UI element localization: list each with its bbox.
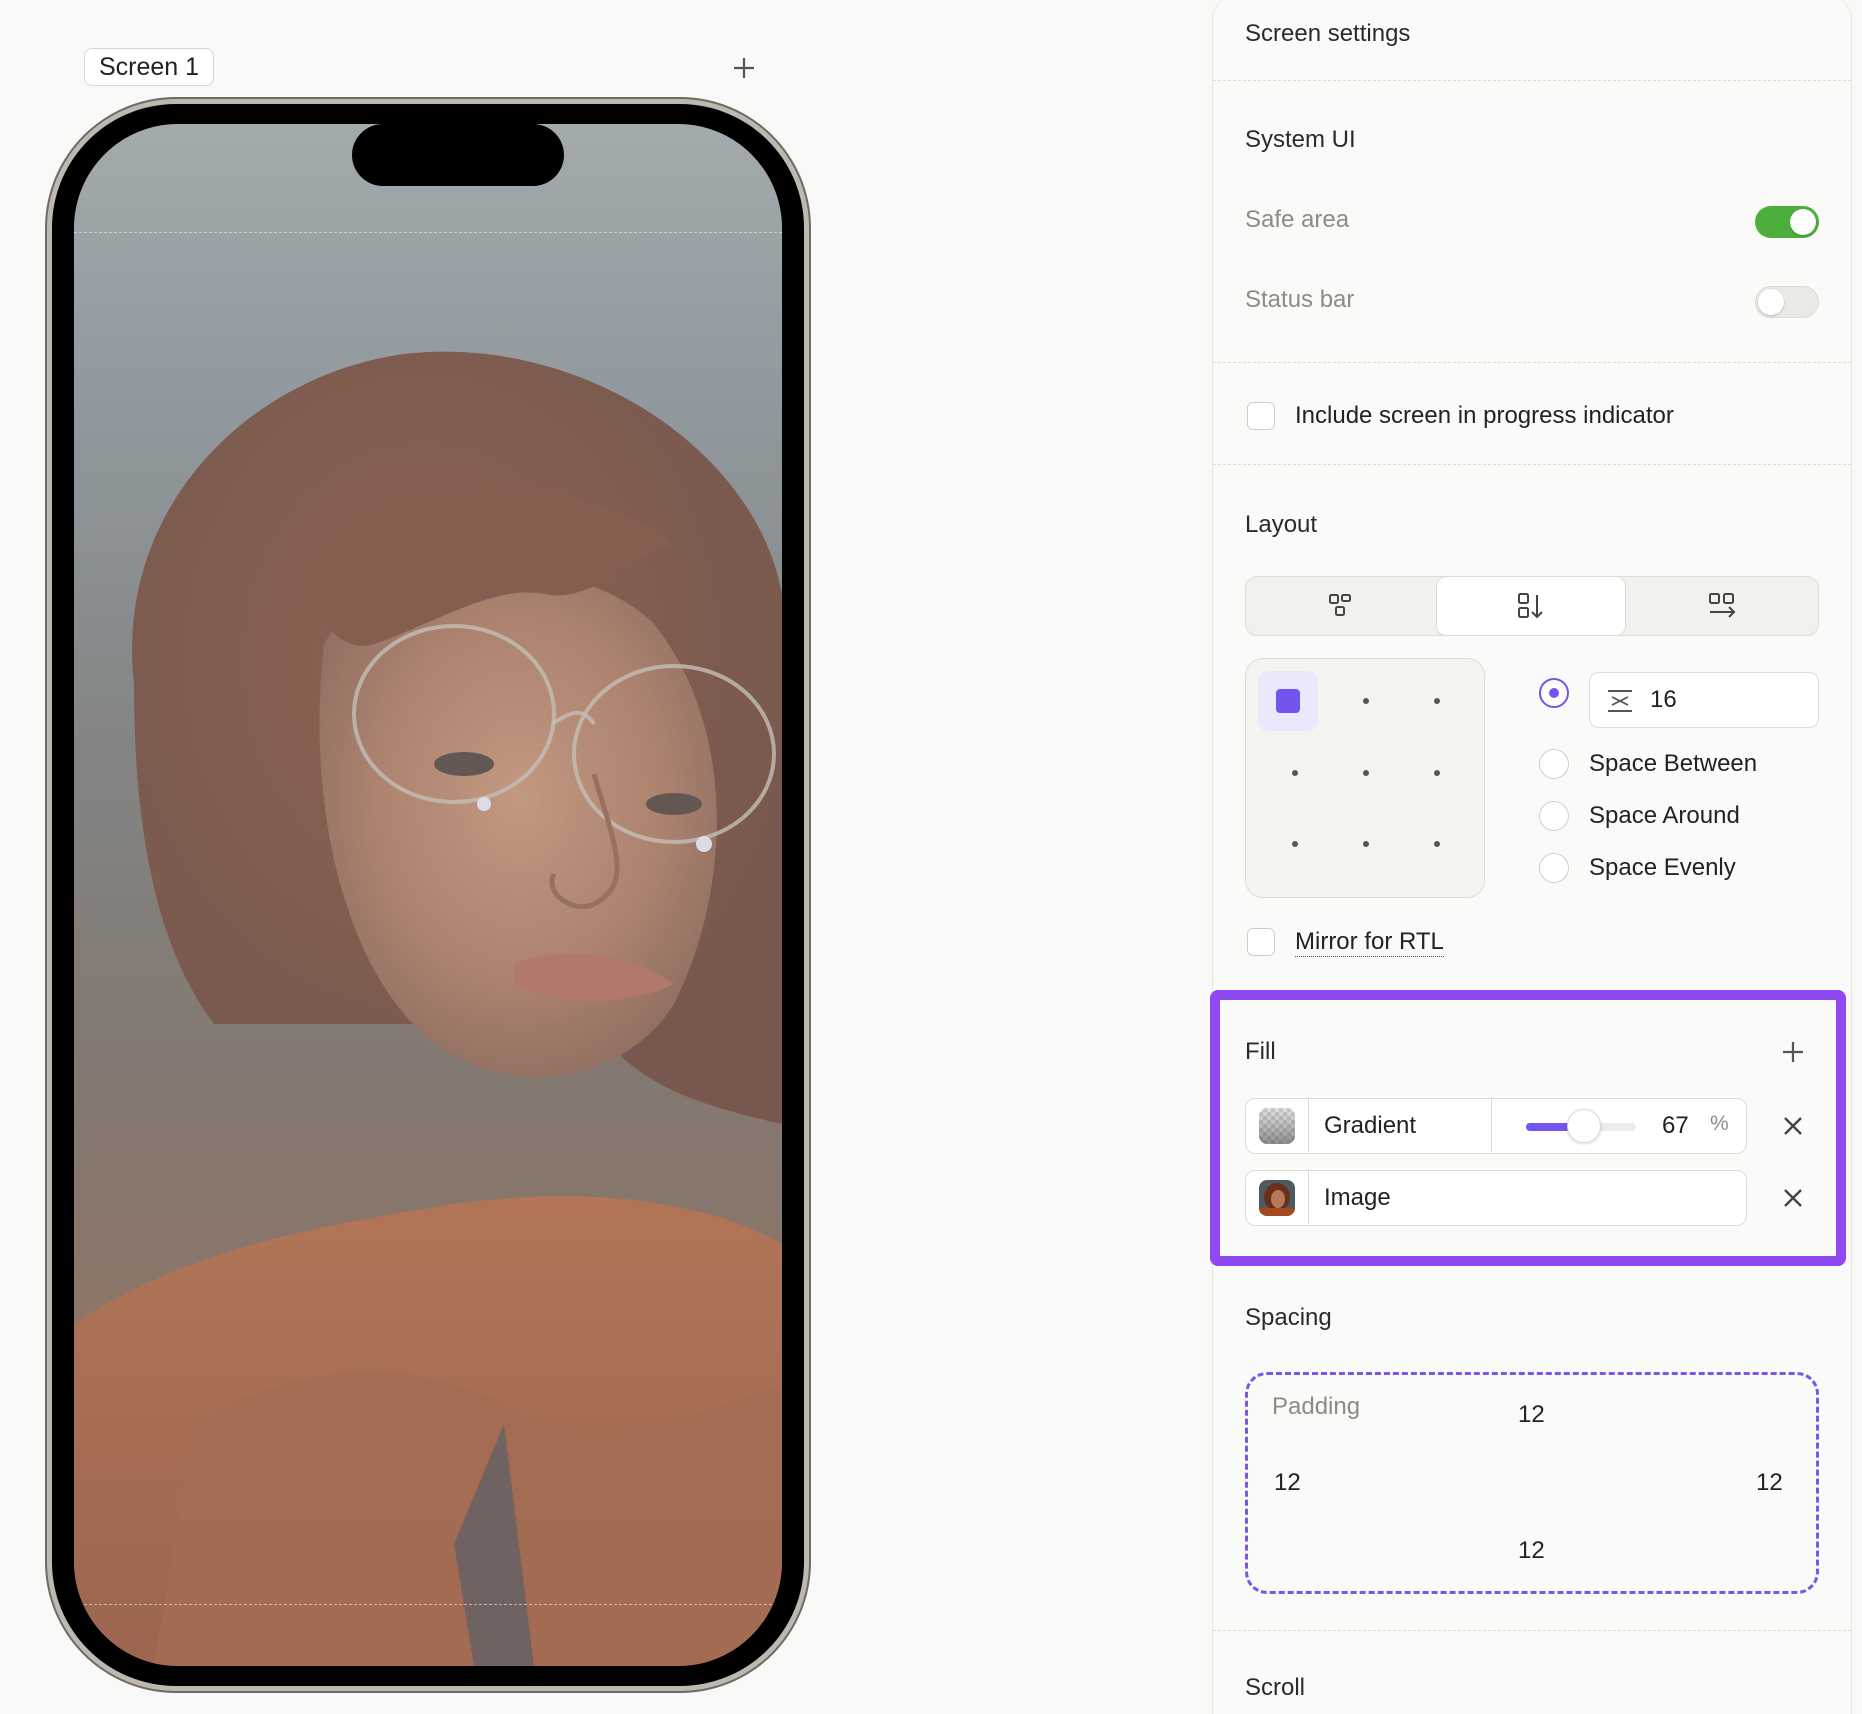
padding-editor: Padding 12 12 12 12 [1245, 1372, 1819, 1594]
screen-tab-label: Screen 1 [99, 53, 200, 81]
divider [1491, 1099, 1492, 1152]
progress-indicator-checkbox[interactable] [1247, 402, 1275, 430]
status-bar-label: Status bar [1245, 286, 1355, 313]
divider [1213, 464, 1851, 465]
space-around-label: Space Around [1589, 802, 1740, 829]
align-bottom-right[interactable] [1407, 814, 1467, 874]
plus-icon [1783, 1042, 1803, 1062]
padding-label: Padding [1272, 1393, 1361, 1420]
layout-horizontal-button[interactable] [1627, 577, 1817, 634]
fill-heading: Fill [1245, 1038, 1276, 1065]
space-around-radio[interactable] [1539, 801, 1569, 831]
mirror-rtl-checkbox[interactable] [1247, 928, 1275, 956]
gradient-swatch-cell[interactable] [1246, 1099, 1309, 1152]
fill-item-image[interactable]: Image [1245, 1170, 1747, 1226]
settings-panel: Screen settings System UI Safe area Stat… [1212, 0, 1852, 1714]
status-bar-toggle[interactable] [1755, 286, 1819, 318]
scroll-heading: Scroll [1245, 1674, 1306, 1701]
fill-item-label: Gradient [1324, 1112, 1417, 1139]
toggle-knob [1790, 209, 1816, 235]
image-swatch-cell[interactable] [1246, 1171, 1309, 1224]
phone-frame [52, 104, 804, 1686]
plus-icon [734, 58, 754, 78]
layout-horizontal-icon [1709, 592, 1736, 618]
padding-left-value[interactable]: 12 [1274, 1469, 1301, 1497]
safe-area-bottom-guide [74, 1604, 782, 1605]
mirror-rtl-label: Mirror for RTL [1295, 928, 1444, 957]
align-middle-center[interactable] [1336, 743, 1396, 803]
opacity-unit: % [1710, 1112, 1729, 1135]
divider [1213, 362, 1851, 363]
layout-vertical-button[interactable] [1436, 576, 1626, 636]
image-thumbnail-icon [1259, 1179, 1295, 1216]
opacity-slider-knob[interactable] [1567, 1109, 1601, 1143]
layout-free-icon [1329, 593, 1351, 616]
alignment-grid [1245, 658, 1485, 898]
align-bottom-center[interactable] [1336, 814, 1396, 874]
layout-free-button[interactable] [1246, 577, 1436, 634]
gradient-swatch-icon [1259, 1107, 1295, 1144]
remove-gradient-button[interactable] [1775, 1108, 1811, 1144]
panel-title: Screen settings [1245, 20, 1411, 47]
padding-top-value[interactable]: 12 [1518, 1401, 1545, 1429]
divider [1213, 80, 1851, 81]
gap-value: 16 [1650, 686, 1677, 713]
space-evenly-label: Space Evenly [1589, 854, 1736, 881]
layout-mode-selector [1245, 576, 1819, 636]
layout-heading: Layout [1245, 511, 1318, 538]
gap-input[interactable]: 16 [1589, 672, 1819, 728]
align-selected-marker [1276, 689, 1300, 713]
align-bottom-left[interactable] [1265, 814, 1325, 874]
align-middle-left[interactable] [1265, 743, 1325, 803]
align-middle-right[interactable] [1407, 743, 1467, 803]
divider [1213, 1630, 1851, 1631]
safe-area-toggle[interactable] [1755, 206, 1819, 238]
close-icon [1784, 1189, 1802, 1207]
phone-screen[interactable] [74, 124, 782, 1666]
gap-fixed-radio[interactable] [1539, 678, 1569, 708]
spacing-heading: Spacing [1245, 1304, 1332, 1331]
align-top-left[interactable] [1258, 671, 1318, 731]
close-icon [1784, 1117, 1802, 1135]
padding-bottom-value[interactable]: 12 [1518, 1537, 1545, 1565]
add-fill-button[interactable] [1775, 1034, 1811, 1070]
align-top-right[interactable] [1407, 671, 1467, 731]
remove-image-button[interactable] [1775, 1180, 1811, 1216]
opacity-value[interactable]: 67 [1662, 1112, 1689, 1140]
fill-item-gradient[interactable]: Gradient 67 % [1245, 1098, 1747, 1154]
toggle-knob [1758, 289, 1784, 315]
space-evenly-radio[interactable] [1539, 853, 1569, 883]
gradient-overlay [74, 124, 782, 1666]
add-screen-button[interactable] [726, 50, 762, 86]
layout-vertical-icon [1518, 593, 1543, 619]
progress-indicator-label: Include screen in progress indicator [1295, 402, 1674, 429]
fill-item-label: Image [1324, 1184, 1391, 1211]
screen-tab[interactable]: Screen 1 [84, 48, 215, 86]
space-between-label: Space Between [1589, 750, 1758, 777]
dynamic-island [352, 124, 564, 186]
safe-area-label: Safe area [1245, 206, 1350, 233]
align-top-center[interactable] [1336, 671, 1396, 731]
space-between-radio[interactable] [1539, 749, 1569, 779]
gap-icon [1608, 690, 1632, 712]
padding-right-value[interactable]: 12 [1756, 1469, 1783, 1497]
system-ui-heading: System UI [1245, 126, 1356, 153]
safe-area-top-guide [74, 232, 782, 233]
